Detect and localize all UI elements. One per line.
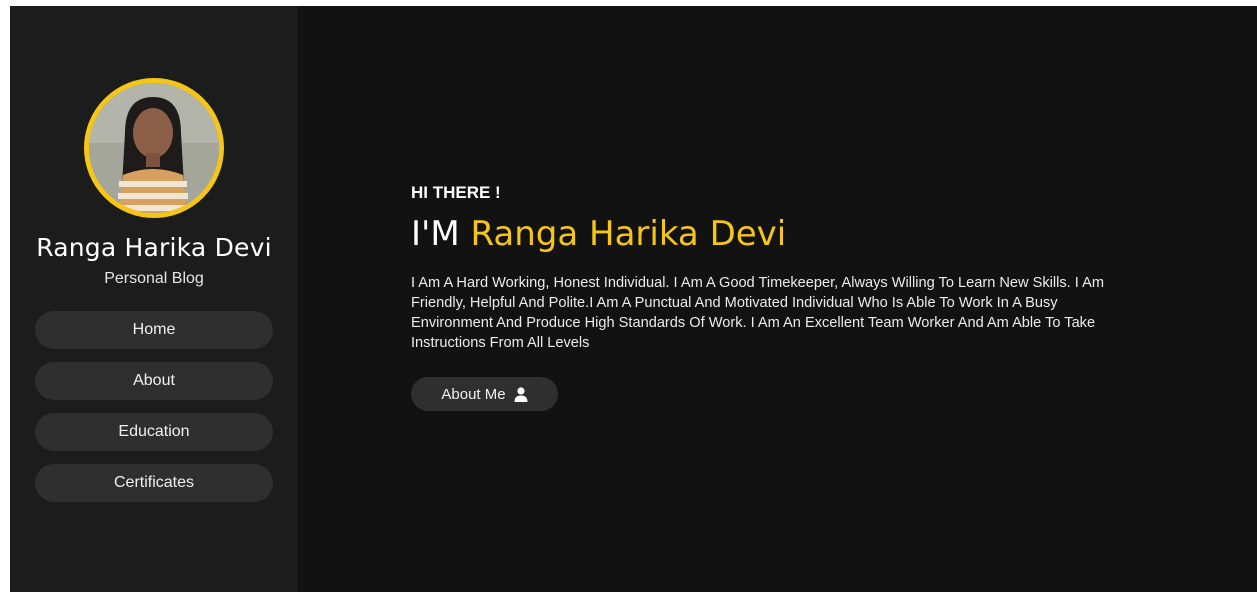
headline-name: Ranga Harika Devi [470, 214, 787, 254]
hero-headline: I'M Ranga Harika Devi [411, 214, 786, 254]
sidebar: Ranga Harika Devi Personal Blog Home Abo… [10, 6, 298, 592]
about-me-button[interactable]: About Me [411, 377, 558, 411]
avatar-photo [89, 83, 219, 213]
hero-greeting: HI THERE ! [411, 183, 501, 202]
about-me-label: About Me [441, 385, 506, 403]
hero-bio: I Am A Hard Working, Honest Individual. … [411, 275, 1104, 351]
profile-name: Ranga Harika Devi [36, 233, 272, 262]
nav-education-button[interactable]: Education [35, 413, 273, 451]
nav-about-button[interactable]: About [35, 362, 273, 400]
avatar [84, 78, 224, 218]
nav-certificates-button[interactable]: Certificates [35, 464, 273, 502]
nav-home-button[interactable]: Home [35, 311, 273, 349]
profile-subtitle: Personal Blog [104, 270, 204, 287]
headline-prefix: I'M [411, 214, 460, 254]
user-icon [514, 386, 528, 402]
